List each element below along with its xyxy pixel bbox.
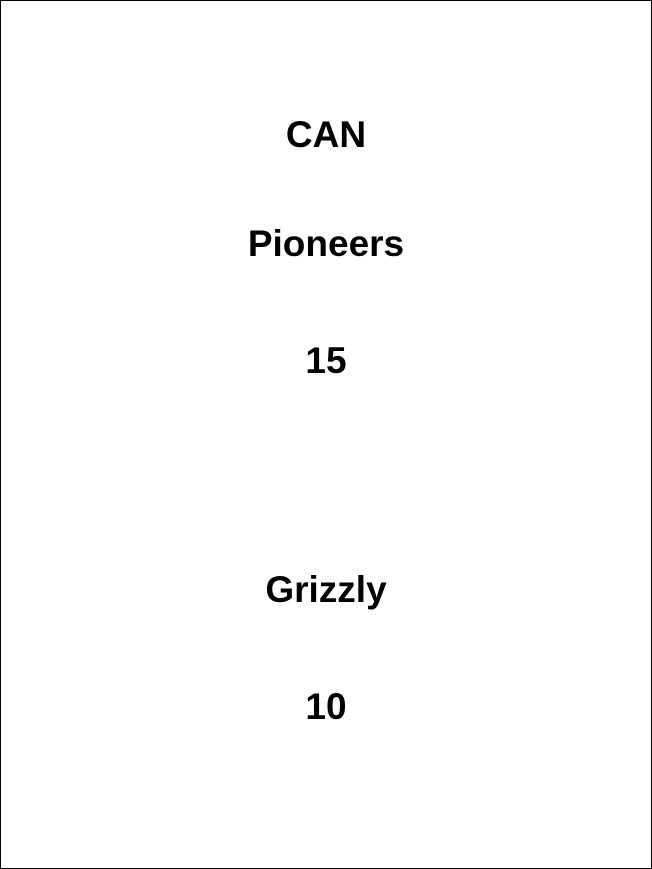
team-name-2: Grizzly — [265, 569, 387, 610]
team-name-1: Pioneers — [247, 223, 405, 264]
team-score-1: 15 — [305, 340, 347, 381]
score-card: CAN Pioneers 15 Grizzly 10 — [0, 0, 652, 869]
group-code: CAN — [285, 114, 367, 155]
team-score-2: 10 — [305, 686, 347, 727]
